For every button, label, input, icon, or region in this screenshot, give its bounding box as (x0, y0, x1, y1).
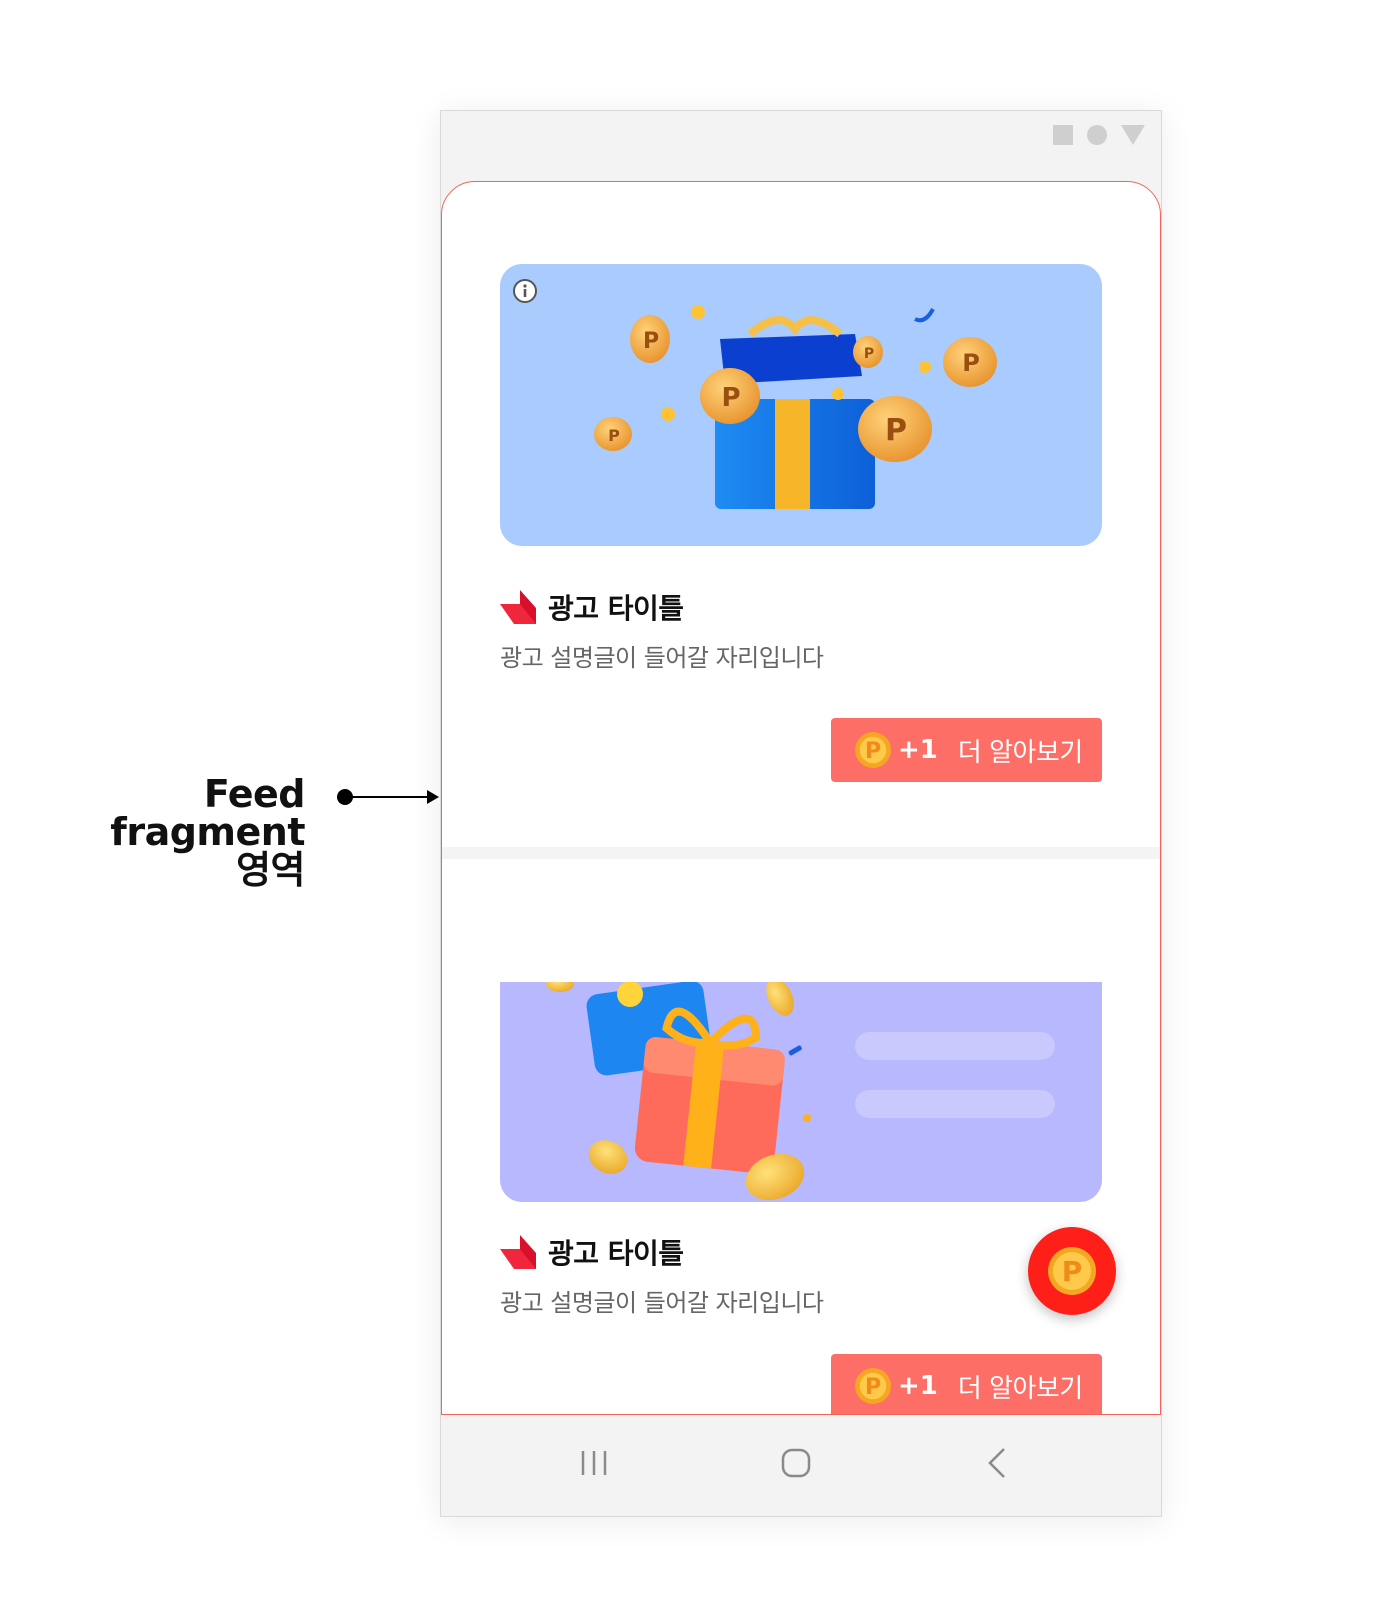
point-coin-icon: P (855, 1368, 891, 1404)
ad-title: 광고 타이틀 (548, 592, 684, 625)
system-navigation-bar (441, 1415, 1159, 1515)
cta-label: 더 알아보기 (957, 737, 1083, 768)
phone-frame: P P P P P P 광고 타이틀 광고 설명글이 들어갈 자리입니다 P +… (440, 110, 1162, 1517)
ad-description: 광고 설명글이 들어갈 자리입니다 (500, 1289, 824, 1317)
point-coin-icon: P (1048, 1247, 1096, 1295)
point-coin-icon: P (855, 732, 891, 768)
svg-text:P: P (885, 413, 907, 448)
ad-title-row: 광고 타이틀 (500, 1232, 684, 1272)
back-icon[interactable] (978, 1443, 1018, 1483)
brand-logo-icon (500, 590, 536, 624)
svg-text:P: P (1062, 1255, 1083, 1288)
ad-card[interactable]: 광고 타이틀 광고 설명글이 들어갈 자리입니다 P +1 더 알아보기 (442, 859, 1160, 1414)
learn-more-button[interactable]: P +1 더 알아보기 (831, 718, 1102, 782)
svg-text:P: P (643, 329, 659, 354)
status-bar (1053, 125, 1145, 145)
circle-icon (1087, 125, 1107, 145)
annotation-line-2: 영역 (236, 848, 305, 892)
reward-amount: +1 (898, 735, 938, 765)
square-icon (1053, 125, 1073, 145)
annotation-arrow-line (348, 796, 432, 798)
svg-text:P: P (721, 383, 740, 413)
svg-text:P: P (962, 349, 980, 377)
ad-description: 광고 설명글이 들어갈 자리입니다 (500, 644, 824, 672)
feed-fragment[interactable]: P P P P P P 광고 타이틀 광고 설명글이 들어갈 자리입니다 P +… (441, 181, 1161, 1415)
home-icon[interactable] (776, 1443, 816, 1483)
ad-title: 광고 타이틀 (548, 1237, 684, 1270)
brand-logo-icon (500, 1235, 536, 1269)
svg-text:P: P (608, 426, 620, 445)
card-divider (442, 847, 1160, 859)
learn-more-button[interactable]: P +1 더 알아보기 (831, 1354, 1102, 1414)
annotation-label: Feed fragment 영역 (20, 775, 305, 889)
ad-title-row: 광고 타이틀 (500, 587, 684, 627)
ad-banner-image[interactable]: P P P P P P (500, 264, 1102, 546)
triangle-icon (1121, 125, 1145, 145)
ad-card[interactable]: P P P P P P 광고 타이틀 광고 설명글이 들어갈 자리입니다 P +… (442, 182, 1160, 847)
recent-apps-icon[interactable] (574, 1443, 614, 1483)
svg-text:P: P (865, 739, 881, 764)
svg-text:P: P (864, 346, 874, 362)
svg-text:P: P (865, 1375, 881, 1400)
point-fab-button[interactable]: P (1028, 1227, 1116, 1315)
gift-box-illustration (546, 982, 1055, 1201)
reward-amount: +1 (898, 1371, 938, 1401)
cta-label: 더 알아보기 (957, 1373, 1083, 1404)
gift-box-illustration: P P P P P P (594, 305, 997, 509)
annotation-line-1: Feed fragment (110, 772, 305, 854)
annotation-arrow-head (427, 790, 439, 804)
ad-banner-image[interactable] (500, 982, 1102, 1202)
